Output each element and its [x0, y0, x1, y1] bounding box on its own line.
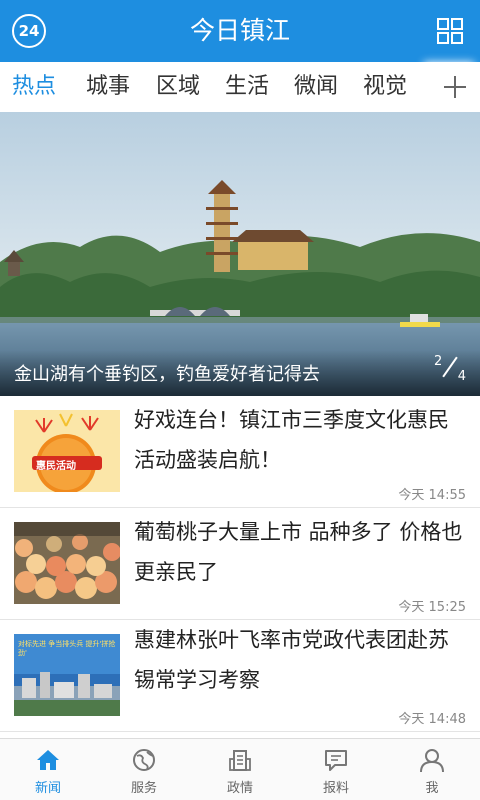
banner-caption: 金山湖有个垂钓区，钓鱼爱好者记得去	[14, 364, 320, 385]
news-thumbnail	[14, 522, 120, 604]
banner-carousel[interactable]: 金山湖有个垂钓区，钓鱼爱好者记得去 2 4	[0, 112, 480, 396]
news-time: 今天 14:48	[398, 712, 466, 727]
globe-icon	[133, 749, 155, 771]
news-title: 葡萄桃子大量上市 品种多了 价格也更亲民了	[134, 520, 463, 584]
tab-micro-news[interactable]: 微闻	[294, 62, 338, 112]
bottom-navigation: 新闻 服务 政情 报料 我	[0, 738, 480, 800]
nav-label: 我	[425, 781, 439, 796]
news-title: 好戏连台！镇江市三季度文化惠民活动盛装启航！	[134, 408, 449, 472]
news-title: 惠建林张叶飞率市党政代表团赴苏锡常学习考察	[134, 628, 449, 692]
nav-news[interactable]: 新闻	[0, 739, 96, 800]
app-title: 今日镇江	[189, 16, 290, 45]
nav-label: 新闻	[34, 781, 61, 796]
building-icon	[229, 750, 251, 771]
news-item[interactable]: 惠民活动 好戏连台！镇江市三季度文化惠民活动盛装启航！ 今天 14:55	[0, 396, 480, 508]
nav-label: 报料	[322, 781, 349, 796]
nav-services[interactable]: 服务	[96, 739, 192, 800]
news-thumbnail: 对标先进 争当排头兵 提升'拼抢劲'	[14, 634, 120, 716]
news-time: 今天 15:25	[398, 600, 466, 615]
add-channel-button[interactable]	[430, 62, 480, 112]
tab-city[interactable]: 城事	[86, 62, 130, 112]
thumbnail-text: 惠民活动	[36, 461, 76, 472]
banner-page-current: 2	[434, 354, 443, 369]
banner-pager: 2 4	[432, 354, 468, 384]
chat-icon	[325, 750, 347, 771]
app-header: 24 今日镇江	[0, 0, 480, 62]
channel-tabs: 热点 城事 区域 生活 微闻 视觉	[0, 62, 480, 112]
nav-report[interactable]: 报料	[288, 739, 384, 800]
news-item[interactable]: 葡萄桃子大量上市 品种多了 价格也更亲民了 今天 15:25	[0, 508, 480, 620]
news-thumbnail: 惠民活动	[14, 410, 120, 492]
tab-life[interactable]: 生活	[225, 62, 269, 112]
tab-visual[interactable]: 视觉	[363, 62, 407, 112]
thumbnail-text: 对标先进 争当排头兵 提升'拼抢劲'	[18, 640, 116, 657]
news-item[interactable]: 对标先进 争当排头兵 提升'拼抢劲' 惠建林张叶飞率市党政代表团赴苏锡常学习考察…	[0, 620, 480, 732]
home-icon	[37, 750, 59, 770]
nav-me[interactable]: 我	[384, 739, 480, 800]
grid-menu-icon[interactable]	[436, 17, 464, 45]
tab-region[interactable]: 区域	[156, 62, 200, 112]
nav-label: 政情	[226, 781, 253, 796]
nav-label: 服务	[130, 781, 157, 796]
tab-hot[interactable]: 热点	[12, 62, 56, 112]
news-time: 今天 14:55	[398, 488, 466, 503]
nav-government[interactable]: 政情	[192, 739, 288, 800]
user-icon	[420, 749, 444, 773]
banner-page-total: 4	[457, 369, 466, 384]
